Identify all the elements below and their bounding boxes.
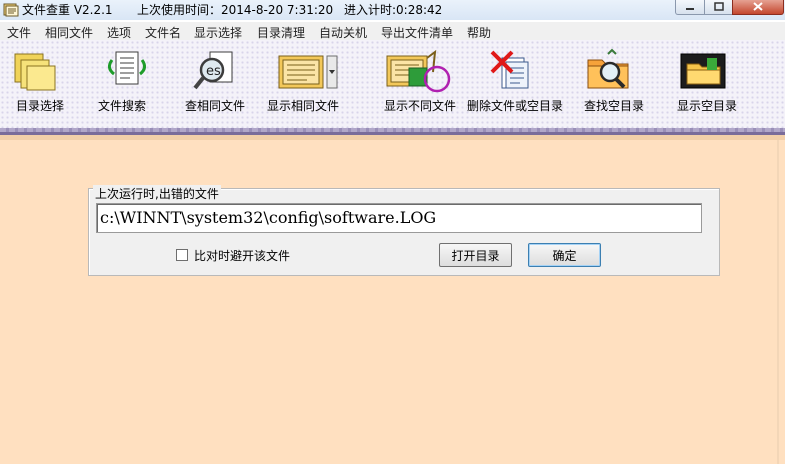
menu-file[interactable]: 文件 bbox=[7, 24, 31, 41]
toolbar-label: 文件搜索 bbox=[98, 99, 147, 113]
toolbar-label: 目录选择 bbox=[16, 99, 65, 113]
same-files-icon bbox=[277, 48, 339, 92]
last-use-time: 上次使用时间：2014-8-20 7:31:20 bbox=[137, 3, 334, 17]
toolbar-label: 显示空目录 bbox=[677, 99, 738, 113]
error-file-panel-title: 上次运行时,出错的文件 bbox=[93, 185, 221, 202]
ok-button[interactable]: 确定 bbox=[528, 243, 601, 267]
skip-file-checkbox[interactable] bbox=[176, 249, 188, 261]
toolbar-label: 删除文件或空目录 bbox=[467, 99, 564, 113]
toolbar-button-show-same-files[interactable]: 显示相同文件 bbox=[265, 44, 349, 120]
minimize-icon bbox=[686, 7, 694, 10]
menu-filename[interactable]: 文件名 bbox=[145, 24, 181, 41]
toolbar-button-directory-select[interactable]: 目录选择 bbox=[6, 44, 72, 120]
minimize-button[interactable] bbox=[675, 0, 705, 15]
toolbar-button-find-empty-dir[interactable]: 查找空目录 bbox=[583, 44, 649, 120]
menu-options[interactable]: 选项 bbox=[107, 24, 131, 41]
svg-text:es: es bbox=[206, 64, 221, 79]
menu-same-files[interactable]: 相同文件 bbox=[45, 24, 93, 41]
toolbar-label: 查找空目录 bbox=[584, 99, 645, 113]
toolbar-button-file-search[interactable]: 文件搜索 bbox=[94, 44, 154, 120]
maximize-button[interactable] bbox=[704, 0, 733, 15]
toolbar-button-delete-file-or-empty-dir[interactable]: 删除文件或空目录 bbox=[466, 44, 566, 120]
menu-bar: 文件 相同文件 选项 文件名 显示选择 目录清理 自动关机 导出文件清单 帮助 bbox=[0, 22, 785, 40]
toolbar-label: 显示不同文件 bbox=[384, 99, 457, 113]
menu-display-selection[interactable]: 显示选择 bbox=[194, 24, 242, 41]
toolbar-button-find-same-files[interactable]: es 查相同文件 bbox=[180, 44, 252, 120]
toolbar-button-show-empty-dir[interactable]: 显示空目录 bbox=[676, 44, 742, 120]
app-icon bbox=[3, 2, 19, 17]
folders-icon bbox=[13, 48, 61, 92]
skip-file-checkbox-label: 比对时避开该文件 bbox=[194, 249, 291, 263]
diff-files-icon bbox=[385, 48, 451, 93]
delete-file-icon bbox=[486, 48, 534, 92]
close-button[interactable] bbox=[732, 0, 784, 15]
magnifier-icon: es bbox=[192, 48, 240, 92]
main-area-right-edge bbox=[777, 140, 779, 464]
close-icon bbox=[753, 2, 763, 11]
toolbar-label: 显示相同文件 bbox=[267, 99, 340, 113]
menu-directory-cleanup[interactable]: 目录清理 bbox=[257, 24, 305, 41]
title-bar: 文件查重 V2.2.1 上次使用时间：2014-8-20 7:31:20 进入计… bbox=[0, 0, 785, 20]
toolbar-button-show-different-files[interactable]: 显示不同文件 bbox=[381, 44, 461, 120]
menu-export-file-list[interactable]: 导出文件清单 bbox=[381, 24, 453, 41]
main-area-edge bbox=[0, 135, 785, 140]
window-title: 文件查重 V2.2.1 bbox=[22, 3, 113, 17]
menu-auto-shutdown[interactable]: 自动关机 bbox=[319, 24, 367, 41]
maximize-icon bbox=[713, 2, 724, 11]
open-directory-button[interactable]: 打开目录 bbox=[439, 243, 512, 267]
find-empty-folder-icon bbox=[584, 48, 632, 92]
toolbar-label: 查相同文件 bbox=[185, 99, 246, 113]
menu-help[interactable]: 帮助 bbox=[467, 24, 491, 41]
show-empty-folder-icon bbox=[679, 48, 727, 92]
session-timer: 进入计时:0:28:42 bbox=[344, 3, 443, 17]
file-search-icon bbox=[102, 48, 150, 92]
error-file-path-field[interactable]: c:\WINNT\system32\config\software.LOG bbox=[96, 203, 702, 233]
